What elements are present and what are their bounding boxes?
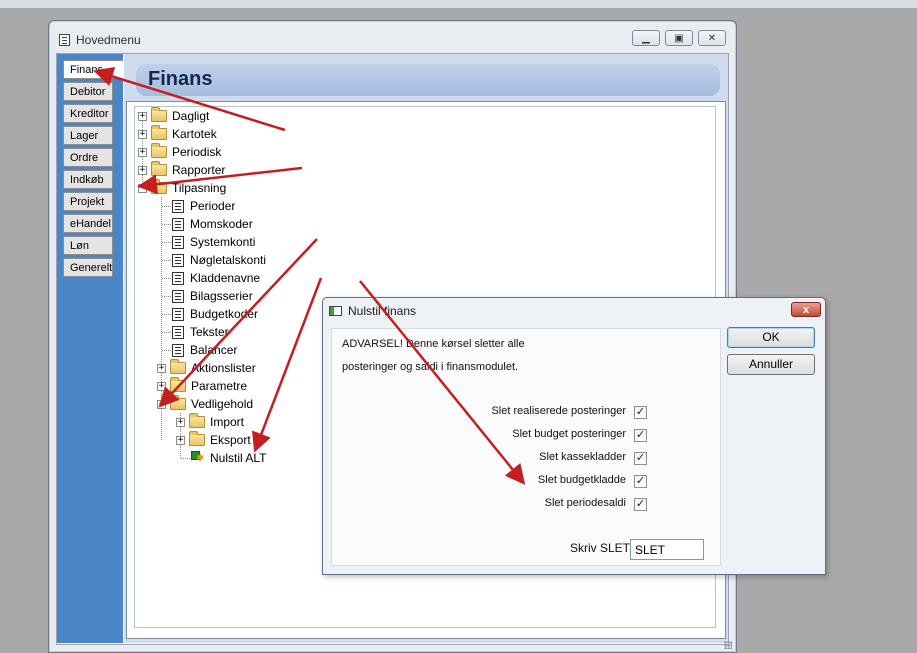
tree-item-rapporter[interactable]: + Rapporter [138,161,225,179]
expand-icon[interactable]: + [157,363,166,373]
tree-item-momskoder[interactable]: Momskoder [172,215,253,233]
document-icon [172,217,184,231]
folder-open-icon [151,179,167,194]
document-icon [172,271,184,285]
checkbox-budget-posteringer[interactable]: ✓ [634,429,647,442]
tab-generelt[interactable]: Generelt [63,258,113,277]
option-label-budgetkladde: Slet budgetkladde [537,474,626,486]
dialog-panel: ADVARSEL! Denne kørsel sletter alle post… [331,328,721,566]
cancel-button[interactable]: Annuller [727,354,815,375]
tree-item-kartotek[interactable]: + Kartotek [138,125,217,143]
tree-item-aktionslister[interactable]: + Aktionslister [157,359,256,377]
section-title: Finans [148,68,213,90]
expand-icon[interactable]: + [157,381,166,391]
close-button[interactable]: ✕ [698,30,726,46]
tree-item-kladdenavne[interactable]: Kladdenavne [172,269,260,287]
tab-ehandel[interactable]: eHandel [63,214,113,233]
tree-item-periodisk[interactable]: + Periodisk [138,143,221,161]
tab-lon[interactable]: Løn [63,236,113,255]
top-bar [0,0,917,9]
nulstil-finans-dialog: Nulstil finans x ADVARSEL! Denne kørsel … [322,297,826,575]
checkbox-budgetkladde[interactable]: ✓ [634,475,647,488]
tree-item-import[interactable]: + Import [176,413,244,431]
folder-open-icon [170,395,186,410]
folder-icon [151,107,167,122]
maximize-button[interactable]: ▣ [665,30,693,46]
collapse-icon[interactable]: − [138,183,147,193]
tab-kreditor[interactable]: Kreditor [63,104,113,123]
folder-icon [170,359,186,374]
tab-projekt[interactable]: Projekt [63,192,113,211]
option-label-periodesaldi: Slet periodesaldi [544,497,626,509]
checkbox-periodesaldi[interactable]: ✓ [634,498,647,511]
dialog-app-icon [329,306,342,316]
warning-text-line1: ADVARSEL! Denne kørsel sletter alle [342,338,525,350]
slet-input[interactable] [630,539,704,560]
ok-button[interactable]: OK [727,327,815,348]
collapse-icon[interactable]: − [157,399,166,409]
document-icon [172,307,184,321]
expand-icon[interactable]: + [176,435,185,445]
window-title-text: Hovedmenu [76,33,141,47]
tree-item-eksport[interactable]: + Eksport [176,431,251,449]
folder-icon [151,161,167,176]
tree-item-nulstil-alt[interactable]: Nulstil ALT [191,449,266,467]
checkbox-kassekladder[interactable]: ✓ [634,452,647,465]
slet-input-label: Skriv SLET [570,541,631,555]
expand-icon[interactable]: + [138,147,147,157]
tree-item-systemkonti[interactable]: Systemkonti [172,233,255,251]
window-title: Hovedmenu [59,31,141,49]
resize-grip[interactable] [724,641,732,649]
minimize-button[interactable]: ▁ [632,30,660,46]
document-icon [172,325,184,339]
section-header: Finans [136,64,720,96]
tree-item-vedligehold[interactable]: − Vedligehold [157,395,253,413]
document-icon [172,253,184,267]
tree-item-tekster[interactable]: Tekster [172,323,229,341]
action-icon [191,451,205,465]
checkbox-realiserede[interactable]: ✓ [634,406,647,419]
tree-item-balancer[interactable]: Balancer [172,341,237,359]
folder-icon [170,377,186,392]
expand-icon[interactable]: + [138,111,147,121]
folder-icon [151,125,167,140]
tab-debitor[interactable]: Debitor [63,82,113,101]
tree-item-perioder[interactable]: Perioder [172,197,235,215]
option-label-budget-posteringer: Slet budget posteringer [512,428,626,440]
tree-item-nogletalskonti[interactable]: Nøgletalskonti [172,251,266,269]
tab-strip: Finans Debitor Kreditor Lager Ordre Indk… [57,54,123,643]
tree-item-budgetkoder[interactable]: Budgetkoder [172,305,258,323]
option-label-kassekladder: Slet kassekladder [539,451,626,463]
dialog-title-text: Nulstil finans [348,304,417,318]
tree-item-dagligt[interactable]: + Dagligt [138,107,209,125]
expand-icon[interactable]: + [176,417,185,427]
tree-item-tilpasning[interactable]: − Tilpasning [138,179,226,197]
dialog-title: Nulstil finans [329,304,416,318]
tree-item-parametre[interactable]: + Parametre [157,377,247,395]
document-icon [172,235,184,249]
app-icon [59,34,70,46]
tab-finans[interactable]: Finans [63,60,123,79]
folder-icon [189,431,205,446]
tab-indkob[interactable]: Indkøb [63,170,113,189]
document-icon [172,289,184,303]
dialog-close-button[interactable]: x [791,302,821,317]
document-icon [172,343,184,357]
option-label-realiserede: Slet realiserede posteringer [491,405,626,417]
expand-icon[interactable]: + [138,129,147,139]
document-icon [172,199,184,213]
tab-lager[interactable]: Lager [63,126,113,145]
folder-icon [151,143,167,158]
tab-ordre[interactable]: Ordre [63,148,113,167]
tree-item-bilagsserier[interactable]: Bilagsserier [172,287,253,305]
folder-icon [189,413,205,428]
warning-text-line2: posteringer og saldi i finansmodulet. [342,361,519,373]
expand-icon[interactable]: + [138,165,147,175]
